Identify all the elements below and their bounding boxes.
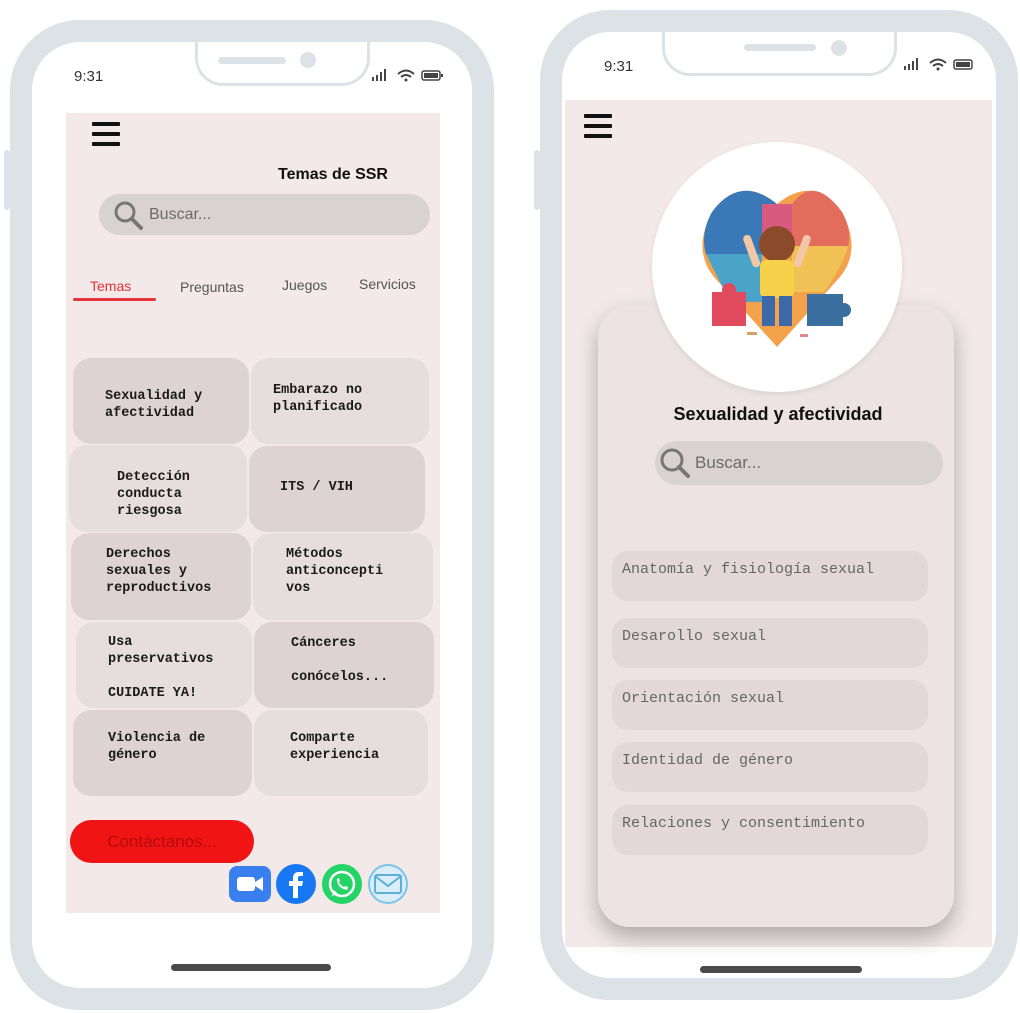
- tile-metodos-anticonceptivos[interactable]: Métodos anticoncepti vos: [253, 533, 433, 620]
- tile-comparte-experiencia[interactable]: Comparte experiencia: [254, 710, 428, 796]
- hamburger-menu-icon[interactable]: [92, 122, 120, 152]
- topic-label: Relaciones y consentimiento: [622, 815, 866, 832]
- tile-canceres[interactable]: Cánceres conócelos...: [254, 622, 434, 708]
- home-indicator[interactable]: [700, 966, 862, 973]
- active-tab-underline: [73, 298, 156, 301]
- search-input[interactable]: Buscar...: [655, 441, 943, 485]
- phone-left-power-button: [488, 250, 494, 330]
- phone-right-notch: [662, 32, 897, 76]
- tile-label: Detección conducta riesgosa: [117, 470, 190, 519]
- status-icons: [370, 68, 446, 85]
- hamburger-menu-icon[interactable]: [584, 114, 612, 144]
- topic-illustration-circle: [652, 142, 902, 392]
- topic-item-anatomia[interactable]: Anatomía y fisiología sexual: [612, 551, 928, 601]
- whatsapp-icon[interactable]: [322, 864, 362, 904]
- phone-left-speaker: [218, 57, 286, 64]
- tab-temas[interactable]: Temas: [90, 278, 131, 294]
- status-time: 9:31: [604, 58, 634, 75]
- facebook-icon[interactable]: [276, 864, 316, 904]
- video-call-icon[interactable]: [229, 866, 271, 902]
- tile-derechos-sexuales[interactable]: Derechos sexuales y reproductivos: [71, 533, 251, 620]
- tile-usa-preservativos[interactable]: Usa preservativos CUIDATE YA!: [76, 622, 252, 708]
- tile-label: Embarazo no planificado: [273, 383, 363, 415]
- topic-item-orientacion[interactable]: Orientación sexual: [612, 680, 928, 730]
- tile-label: ITS / VIH: [280, 480, 353, 495]
- topic-item-desarrollo[interactable]: Desarollo sexual: [612, 618, 928, 668]
- status-icons: [902, 57, 978, 74]
- tile-deteccion-conducta-riesgosa[interactable]: Detección conducta riesgosa: [69, 445, 247, 532]
- search-input[interactable]: Buscar...: [99, 194, 430, 235]
- email-icon[interactable]: [368, 864, 408, 904]
- page-title: Temas de SSR: [278, 166, 388, 183]
- search-placeholder: Buscar...: [149, 205, 212, 223]
- status-time: 9:31: [74, 68, 104, 85]
- tab-preguntas[interactable]: Preguntas: [180, 279, 244, 295]
- contact-button[interactable]: Contáctanos...: [70, 820, 254, 863]
- home-indicator[interactable]: [171, 964, 331, 971]
- tile-embarazo-no-planificado[interactable]: Embarazo no planificado: [251, 358, 429, 444]
- search-icon: [660, 448, 690, 478]
- topic-label: Orientación sexual: [622, 690, 785, 707]
- phone-left-camera: [300, 52, 316, 68]
- phone-right-volume-button: [534, 150, 540, 210]
- phone-right-speaker: [744, 44, 816, 51]
- topic-label: Identidad de género: [622, 752, 794, 769]
- tile-sexualidad-afectividad[interactable]: Sexualidad y afectividad: [73, 358, 249, 444]
- tile-label: Sexualidad y afectividad: [105, 389, 203, 421]
- topic-item-identidad[interactable]: Identidad de género: [612, 742, 928, 792]
- signal-wifi-battery-icon: [904, 58, 973, 71]
- tile-label: Métodos anticoncepti vos: [286, 547, 384, 596]
- topic-label: Anatomía y fisiología sexual: [622, 561, 875, 578]
- tile-its-vih[interactable]: ITS / VIH: [249, 446, 425, 532]
- topic-item-relaciones[interactable]: Relaciones y consentimiento: [612, 805, 928, 855]
- tile-violencia-de-genero[interactable]: Violencia de género: [73, 710, 252, 796]
- tile-label: Violencia de género: [108, 731, 206, 763]
- phone-left-notch: [195, 42, 370, 86]
- phone-left-volume-button: [4, 150, 10, 210]
- tab-juegos[interactable]: Juegos: [282, 277, 327, 293]
- signal-wifi-battery-icon: [372, 69, 443, 82]
- search-icon: [114, 201, 143, 230]
- tile-label: Usa preservativos CUIDATE YA!: [108, 635, 214, 701]
- heart-puzzle-illustration: [702, 190, 852, 347]
- section-title: Sexualidad y afectividad: [673, 404, 883, 424]
- tab-servicios[interactable]: Servicios: [359, 276, 416, 292]
- topic-label: Desarollo sexual: [622, 628, 767, 645]
- tile-label: Cánceres conócelos...: [291, 636, 389, 685]
- search-placeholder: Buscar...: [695, 453, 762, 472]
- tile-label: Comparte experiencia: [290, 731, 380, 763]
- tile-label: Derechos sexuales y reproductivos: [106, 547, 212, 596]
- phone-right-camera: [831, 40, 847, 56]
